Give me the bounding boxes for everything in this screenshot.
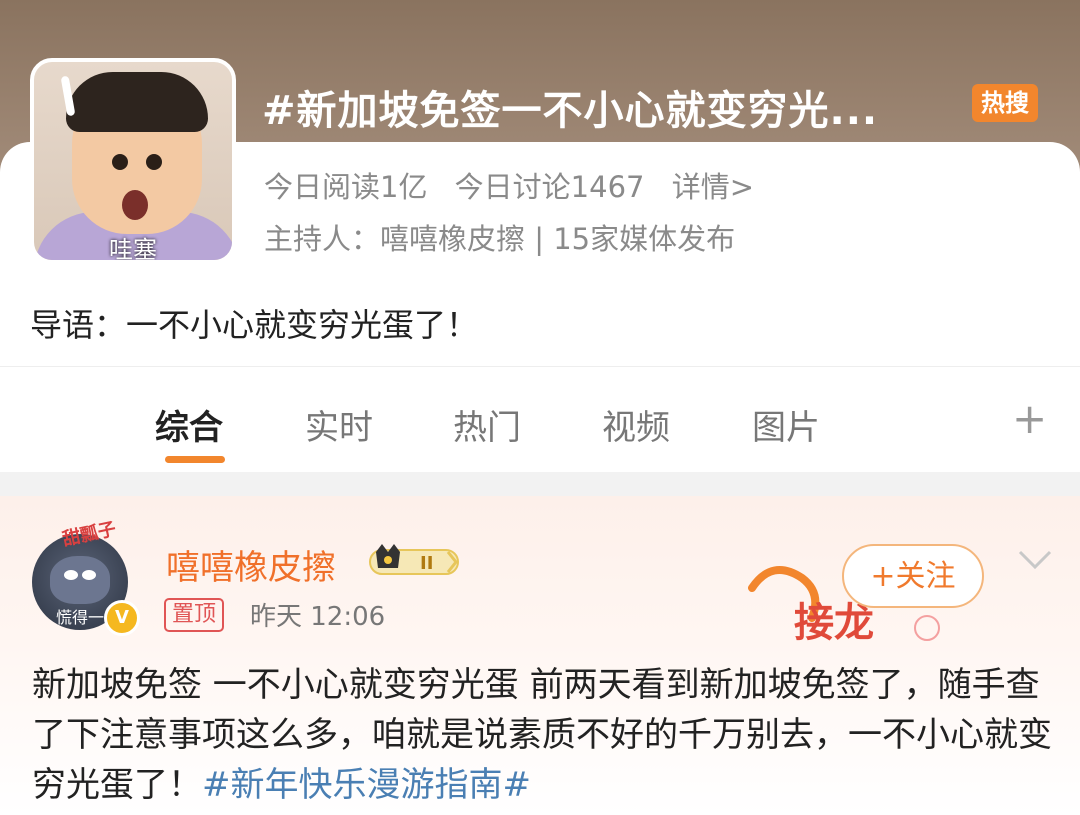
chevron-down-icon[interactable] bbox=[1018, 550, 1052, 570]
avatar-caption: 哇塞 bbox=[109, 236, 157, 264]
topic-avatar[interactable]: 哇塞 bbox=[30, 58, 236, 264]
avatar-eye-left bbox=[112, 154, 128, 170]
post-body-text: 新加坡免签 一不小心就变穷光蛋 前两天看到新加坡免签了，随手查了下注意事项这么多… bbox=[32, 665, 1052, 805]
topic-intro: 导语：一不小心就变穷光蛋了！ bbox=[30, 306, 479, 344]
details-link[interactable]: 详情> bbox=[672, 170, 754, 204]
discuss-count: 今日讨论1467 bbox=[454, 170, 645, 204]
post-timestamp: 昨天 12:06 bbox=[250, 602, 386, 632]
topic-host-line: 主持人：嘻嘻橡皮擦 | 15家媒体发布 bbox=[264, 222, 736, 256]
topic-stats: 今日阅读1亿 今日讨论1467 详情> bbox=[264, 164, 772, 206]
topic-title: #新加坡免签一不小心就变穷光... bbox=[262, 88, 879, 134]
tab-video[interactable]: 视频 bbox=[602, 400, 670, 449]
avatar-hair bbox=[66, 72, 208, 132]
pinned-badge: 置顶 bbox=[164, 598, 225, 632]
active-tab-indicator bbox=[165, 456, 225, 463]
divider bbox=[0, 366, 1080, 367]
tab-realtime[interactable]: 实时 bbox=[305, 400, 373, 449]
hot-search-badge: 热搜 bbox=[972, 84, 1038, 122]
dragon-decoration-text: 接龙 bbox=[794, 600, 874, 646]
avatar-mouth bbox=[122, 190, 148, 220]
read-count: 今日阅读1亿 bbox=[264, 170, 428, 204]
post-username[interactable]: 嘻嘻橡皮擦 bbox=[166, 540, 336, 589]
tab-bar: 综合 实时 热门 视频 图片 bbox=[0, 372, 1080, 472]
tab-images[interactable]: 图片 bbox=[752, 400, 820, 449]
post-hashtag[interactable]: #新年快乐漫游指南# bbox=[202, 765, 531, 805]
member-crown-icon: II bbox=[369, 544, 459, 575]
tab-comprehensive[interactable]: 综合 bbox=[155, 400, 223, 449]
level-badge-text: II bbox=[420, 553, 433, 574]
avatar-cat-eye-left bbox=[64, 570, 78, 580]
avatar-eye-right bbox=[146, 154, 162, 170]
avatar-cat-head bbox=[50, 556, 110, 604]
verified-v-icon: V bbox=[104, 600, 140, 636]
tab-hot[interactable]: 热门 bbox=[453, 400, 521, 449]
section-gap bbox=[0, 472, 1080, 496]
post-body: 新加坡免签 一不小心就变穷光蛋 前两天看到新加坡免签了，随手查了下注意事项这么多… bbox=[32, 660, 1052, 810]
follow-button[interactable]: +关注 bbox=[842, 544, 984, 608]
avatar-cat-eye-right bbox=[82, 570, 96, 580]
add-tab-plus-icon[interactable]: + bbox=[1012, 398, 1047, 440]
